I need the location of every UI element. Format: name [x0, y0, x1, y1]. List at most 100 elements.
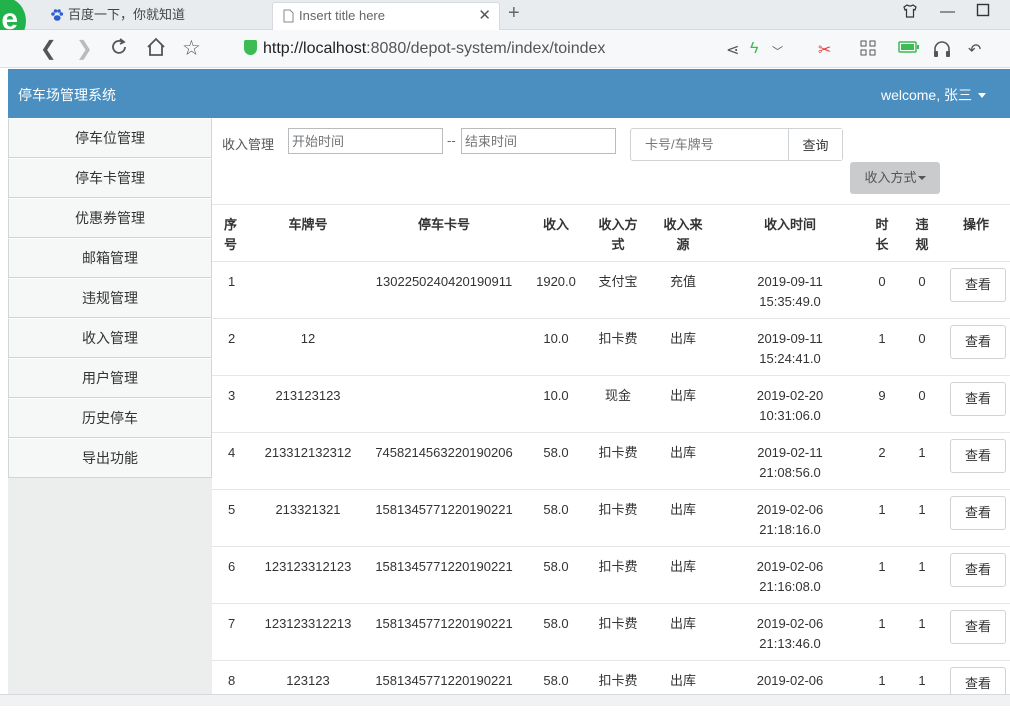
sidebar-item-mailbox[interactable]: 邮箱管理	[8, 238, 212, 278]
forward-icon[interactable]: ❯	[76, 36, 93, 61]
table-header-row: 序号 车牌号 停车卡号 收入 收入方式 收入来源 收入时间 时长 违规 操作	[212, 204, 1010, 262]
sidebar-item-export[interactable]: 导出功能	[8, 438, 212, 478]
sidebar-item-income[interactable]: 收入管理	[8, 318, 212, 358]
cell-plate: 12	[252, 318, 364, 376]
view-button[interactable]: 查看	[950, 610, 1006, 644]
cell-no: 1	[212, 261, 252, 319]
cell-violation: 1	[902, 546, 942, 604]
cell-income: 58.0	[524, 432, 588, 490]
cell-violation: 0	[902, 261, 942, 319]
sidebar-item-parking-space[interactable]: 停车位管理	[8, 118, 212, 158]
browser-tab-label: Insert title here	[299, 8, 385, 23]
back-icon[interactable]: ❮	[40, 36, 57, 61]
cell-income: 10.0	[524, 375, 588, 433]
cell-action: 查看	[942, 489, 1010, 547]
scissors-icon[interactable]: ✂	[818, 40, 831, 60]
cell-method: 扣卡费	[588, 489, 648, 547]
cell-card: 1581345771220190221	[364, 546, 524, 604]
shirt-icon[interactable]	[902, 3, 918, 23]
minimize-icon[interactable]: —	[940, 3, 955, 20]
apps-grid-icon[interactable]	[860, 40, 876, 61]
chevron-down-icon[interactable]: ﹀	[772, 43, 783, 59]
sidebar: 停车位管理 停车卡管理 优惠券管理 邮箱管理 违规管理 收入管理 用户管理 历史…	[8, 118, 212, 706]
cell-income-time: 2019-02-06 21:18:16.0	[718, 489, 862, 547]
cell-no: 5	[212, 489, 252, 547]
headphones-icon[interactable]	[932, 40, 952, 63]
browser-tab-baidu[interactable]: 百度一下，你就知道	[42, 2, 270, 30]
cell-plate: 213321321	[252, 489, 364, 547]
cell-action: 查看	[942, 603, 1010, 661]
cell-time: 10:31:06.0	[759, 408, 821, 423]
sidebar-item-coupon[interactable]: 优惠券管理	[8, 198, 212, 238]
table-row: 6 123123312123 1581345771220190221 58.0 扣卡费出…	[212, 546, 1010, 604]
sidebar-item-history[interactable]: 历史停车	[8, 398, 212, 438]
col-header: 时长	[862, 204, 902, 262]
cell-time: 15:24:41.0	[759, 351, 821, 366]
col-header: 车牌号	[252, 204, 364, 262]
cell-violation: 1	[902, 660, 942, 718]
cell-violation: 1	[902, 603, 942, 661]
lightning-icon[interactable]: ϟ	[750, 40, 758, 58]
cell-income: 58.0	[524, 546, 588, 604]
undo-icon[interactable]: ↶	[968, 40, 981, 60]
cell-date: 2019-02-06	[756, 559, 824, 574]
view-button[interactable]: 查看	[950, 325, 1006, 359]
caret-down-icon	[978, 93, 986, 98]
cell-plate: 123123	[252, 660, 364, 718]
col-header: 收入来源	[648, 204, 718, 262]
cell-no: 4	[212, 432, 252, 490]
cell-method: 扣卡费	[588, 660, 648, 718]
battery-icon[interactable]	[898, 40, 920, 59]
browser-tab-label: 百度一下，你就知道	[68, 7, 186, 22]
search-button[interactable]: 查询	[789, 129, 842, 160]
sidebar-item-user[interactable]: 用户管理	[8, 358, 212, 398]
maximize-icon[interactable]	[976, 3, 990, 21]
welcome-text: welcome, 张三	[880, 87, 972, 103]
table-row: 4 213312132312 7458214563220190206 58.0 扣卡费出…	[212, 432, 1010, 490]
cell-income-time: 2019-02-20 10:31:06.0	[718, 375, 862, 433]
home-icon[interactable]	[145, 36, 167, 64]
col-header: 违规	[902, 204, 942, 262]
view-button[interactable]: 查看	[950, 553, 1006, 587]
sidebar-item-violation[interactable]: 违规管理	[8, 278, 212, 318]
filter-label: 收入管理	[222, 137, 275, 152]
view-button[interactable]: 查看	[950, 268, 1006, 302]
view-button[interactable]: 查看	[950, 496, 1006, 530]
url-input[interactable]: http://localhost:8080/depot-system/index…	[244, 36, 714, 62]
end-time-input[interactable]	[461, 128, 616, 154]
view-button[interactable]: 查看	[950, 382, 1006, 416]
sidebar-item-parking-card[interactable]: 停车卡管理	[8, 158, 212, 198]
cell-card: 7458214563220190206	[364, 432, 524, 490]
cell-time: 21:08:56.0	[759, 465, 821, 480]
cell-card: 1581345771220190221	[364, 489, 524, 547]
browser-tab-active[interactable]: Insert title here ✕	[272, 2, 500, 30]
search-input[interactable]	[631, 129, 789, 160]
cell-income: 10.0	[524, 318, 588, 376]
income-method-dropdown[interactable]: 收入方式	[850, 162, 940, 194]
reload-icon[interactable]	[108, 36, 130, 64]
table-row: 2 12 10.0 扣卡费 出库 2019-09-11 15:24:41.0 1 0 查看	[212, 318, 1010, 376]
shield-icon	[244, 40, 257, 55]
close-tab-icon[interactable]: ✕	[478, 3, 491, 29]
user-menu[interactable]: welcome, 张三	[881, 85, 986, 105]
view-button[interactable]: 查看	[950, 439, 1006, 473]
cell-no: 7	[212, 603, 252, 661]
cell-action: 查看	[942, 432, 1010, 490]
cell-date: 2019-02-11	[757, 445, 823, 460]
start-time-input[interactable]	[288, 128, 443, 154]
cell-source: 出库	[648, 432, 718, 490]
cell-violation: 0	[902, 375, 942, 433]
cell-action: 查看	[942, 375, 1010, 433]
cell-income-time: 2019-02-06 21:16:08.0	[718, 546, 862, 604]
cell-action: 查看	[942, 318, 1010, 376]
new-tab-icon[interactable]: +	[508, 2, 520, 25]
cell-time: 21:18:16.0	[759, 522, 821, 537]
star-icon[interactable]: ☆	[182, 36, 201, 61]
cell-duration: 0	[862, 261, 902, 319]
search-group: 查询	[630, 128, 843, 161]
url-path: :8080/depot-system/index/toindex	[366, 40, 606, 57]
cell-plate: 213123123	[252, 375, 364, 433]
baidu-paw-icon	[51, 9, 64, 21]
share-icon[interactable]: ⋖	[726, 40, 739, 60]
cell-date: 2019-09-11	[757, 274, 823, 289]
